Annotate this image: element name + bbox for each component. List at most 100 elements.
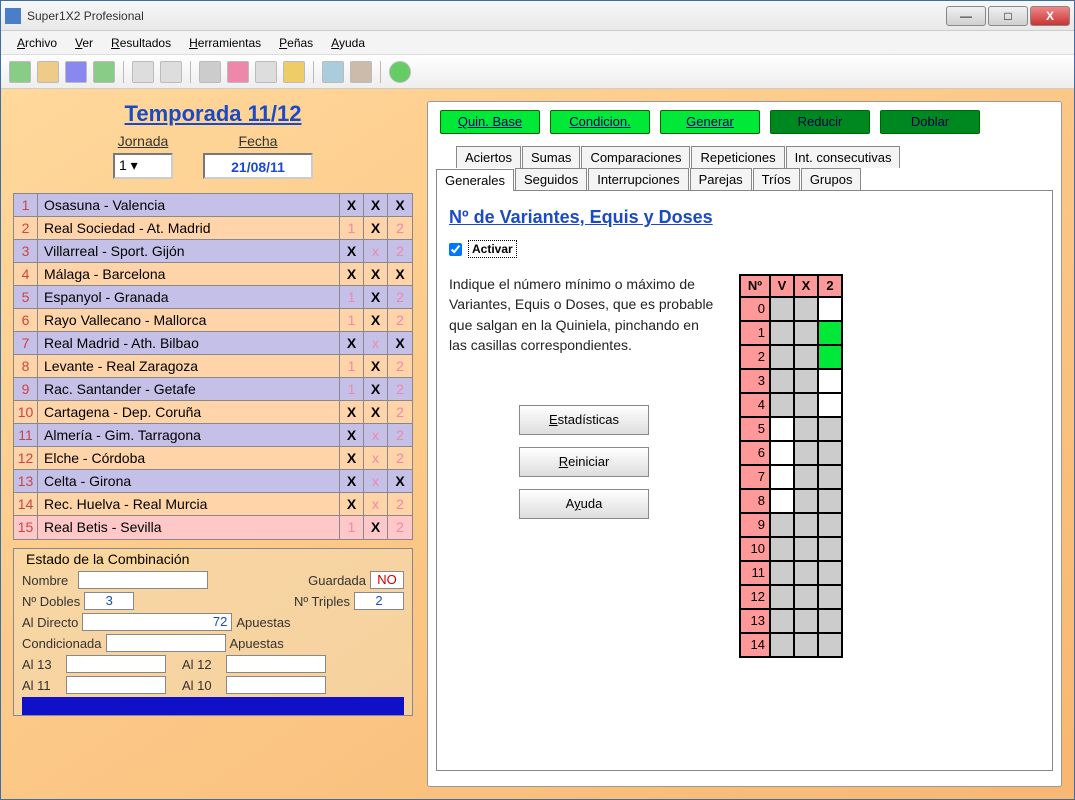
- match-pick[interactable]: X: [364, 263, 388, 285]
- var-cell[interactable]: [794, 369, 818, 393]
- var-cell[interactable]: [794, 321, 818, 345]
- var-cell[interactable]: [794, 441, 818, 465]
- match-pick[interactable]: X: [388, 194, 412, 216]
- match-pick[interactable]: x: [364, 493, 388, 515]
- var-cell[interactable]: [770, 345, 794, 369]
- search-icon[interactable]: [160, 61, 182, 83]
- match-pick[interactable]: X: [364, 309, 388, 331]
- al12-input[interactable]: [226, 655, 326, 673]
- al11-input[interactable]: [66, 676, 166, 694]
- match-pick[interactable]: X: [340, 424, 364, 446]
- var-cell[interactable]: [818, 561, 842, 585]
- list-icon[interactable]: [132, 61, 154, 83]
- ball-icon[interactable]: [199, 61, 221, 83]
- match-pick[interactable]: 2: [388, 424, 412, 446]
- match-pick[interactable]: x: [364, 332, 388, 354]
- edit-icon[interactable]: [227, 61, 249, 83]
- match-pick[interactable]: X: [388, 332, 412, 354]
- var-cell[interactable]: [818, 417, 842, 441]
- var-cell[interactable]: [794, 465, 818, 489]
- var-cell[interactable]: [794, 393, 818, 417]
- menu-ver[interactable]: Ver: [67, 34, 101, 52]
- save-icon[interactable]: [65, 61, 87, 83]
- open-icon[interactable]: [37, 61, 59, 83]
- reiniciar-button[interactable]: Reiniciar: [519, 447, 649, 477]
- nombre-input[interactable]: [78, 571, 208, 589]
- var-cell[interactable]: [794, 561, 818, 585]
- tab-sumas[interactable]: Sumas: [522, 146, 580, 168]
- match-pick[interactable]: x: [364, 240, 388, 262]
- var-cell[interactable]: [818, 369, 842, 393]
- match-pick[interactable]: 2: [388, 240, 412, 262]
- var-cell[interactable]: [770, 393, 794, 417]
- var-cell[interactable]: [770, 297, 794, 321]
- match-pick[interactable]: X: [340, 263, 364, 285]
- var-cell[interactable]: [770, 417, 794, 441]
- var-cell[interactable]: [818, 537, 842, 561]
- var-cell[interactable]: [818, 609, 842, 633]
- jornada-select[interactable]: 1 ▾: [113, 153, 173, 179]
- match-pick[interactable]: X: [340, 470, 364, 492]
- match-pick[interactable]: 2: [388, 355, 412, 377]
- ayuda-button[interactable]: Ayuda: [519, 489, 649, 519]
- new-icon[interactable]: [9, 61, 31, 83]
- tool-icon[interactable]: [350, 61, 372, 83]
- tab-comparaciones[interactable]: Comparaciones: [581, 146, 690, 168]
- tab-intconsecutivas[interactable]: Int. consecutivas: [786, 146, 901, 168]
- al13-input[interactable]: [66, 655, 166, 673]
- var-cell[interactable]: [770, 489, 794, 513]
- var-cell[interactable]: [818, 633, 842, 657]
- var-cell[interactable]: [794, 513, 818, 537]
- match-pick[interactable]: X: [364, 516, 388, 539]
- match-pick[interactable]: 1: [340, 286, 364, 308]
- var-cell[interactable]: [770, 633, 794, 657]
- action-reducir[interactable]: Reducir: [770, 110, 870, 134]
- match-pick[interactable]: X: [340, 240, 364, 262]
- match-pick[interactable]: 2: [388, 309, 412, 331]
- action-doblar[interactable]: Doblar: [880, 110, 980, 134]
- var-cell[interactable]: [794, 345, 818, 369]
- match-pick[interactable]: x: [364, 470, 388, 492]
- help-icon[interactable]: [389, 61, 411, 83]
- match-pick[interactable]: 2: [388, 401, 412, 423]
- match-pick[interactable]: 2: [388, 217, 412, 239]
- var-cell[interactable]: [794, 417, 818, 441]
- match-pick[interactable]: 1: [340, 516, 364, 539]
- menu-archivo[interactable]: Archivo: [9, 34, 65, 52]
- var-cell[interactable]: [794, 537, 818, 561]
- match-pick[interactable]: X: [364, 401, 388, 423]
- var-cell[interactable]: [794, 633, 818, 657]
- estadisticas-button[interactable]: Estadísticas: [519, 405, 649, 435]
- var-cell[interactable]: [818, 513, 842, 537]
- match-pick[interactable]: 1: [340, 217, 364, 239]
- tab-repeticiones[interactable]: Repeticiones: [691, 146, 784, 168]
- menu-peñas[interactable]: Peñas: [271, 34, 321, 52]
- match-pick[interactable]: x: [364, 424, 388, 446]
- var-cell[interactable]: [818, 489, 842, 513]
- var-cell[interactable]: [770, 369, 794, 393]
- var-cell[interactable]: [770, 513, 794, 537]
- match-pick[interactable]: 2: [388, 493, 412, 515]
- match-pick[interactable]: 1: [340, 355, 364, 377]
- match-pick[interactable]: X: [340, 493, 364, 515]
- tab-generales[interactable]: Generales: [436, 169, 514, 191]
- export-icon[interactable]: [93, 61, 115, 83]
- match-pick[interactable]: X: [364, 217, 388, 239]
- form-icon[interactable]: [255, 61, 277, 83]
- match-pick[interactable]: X: [364, 286, 388, 308]
- chart-icon[interactable]: [322, 61, 344, 83]
- match-pick[interactable]: x: [364, 447, 388, 469]
- var-cell[interactable]: [770, 609, 794, 633]
- var-cell[interactable]: [818, 321, 842, 345]
- match-pick[interactable]: 1: [340, 309, 364, 331]
- var-cell[interactable]: [794, 489, 818, 513]
- activar-checkbox[interactable]: [449, 243, 462, 256]
- var-cell[interactable]: [770, 585, 794, 609]
- match-pick[interactable]: 2: [388, 516, 412, 539]
- action-quinbase[interactable]: Quin. Base: [440, 110, 540, 134]
- al10-input[interactable]: [226, 676, 326, 694]
- tab-tros[interactable]: Tríos: [753, 168, 800, 190]
- match-pick[interactable]: X: [340, 447, 364, 469]
- match-pick[interactable]: 2: [388, 286, 412, 308]
- match-pick[interactable]: X: [364, 378, 388, 400]
